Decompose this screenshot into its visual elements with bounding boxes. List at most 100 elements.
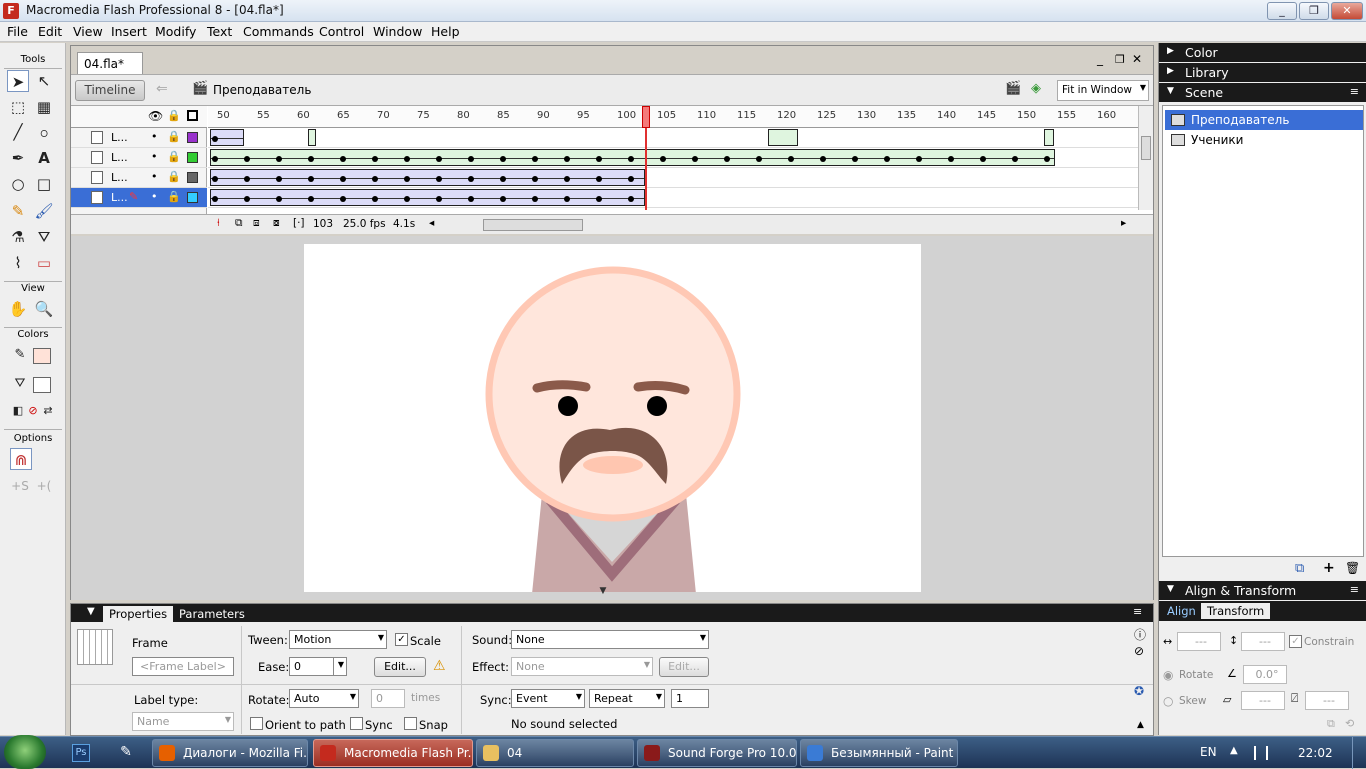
align-transform-header[interactable]: ▼ Align & Transform ≡ — [1159, 581, 1366, 600]
copy-transform-icon[interactable]: ⧉ — [1327, 717, 1335, 731]
eyedropper-tool-icon[interactable]: ⌇ — [7, 252, 29, 274]
onion-outline-icon[interactable]: ⧈ — [253, 217, 260, 230]
skew-radio[interactable]: ○ — [1163, 694, 1173, 708]
rotate-radio[interactable]: ◉ — [1163, 668, 1173, 682]
taskbar-button[interactable]: Sound Forge Pro 10.0 — [637, 739, 797, 767]
keyframe-dot[interactable] — [276, 176, 282, 182]
keyframe-dot[interactable] — [820, 156, 826, 162]
keyframe-dot[interactable] — [372, 196, 378, 202]
fill-transform-tool-icon[interactable]: ▦ — [33, 96, 55, 118]
layer-visibility-dot[interactable]: • — [151, 190, 158, 203]
keyframe-dot[interactable] — [436, 196, 442, 202]
ease-slider-button[interactable] — [333, 657, 347, 676]
effect-select[interactable]: None — [511, 657, 653, 676]
accessibility-icon[interactable]: ✪ — [1134, 684, 1144, 698]
layer-outline-color[interactable] — [187, 172, 198, 183]
reset-transform-icon[interactable]: ⟲ — [1345, 717, 1354, 730]
modify-markers-icon[interactable]: [·] — [293, 217, 305, 229]
menu-text[interactable]: Text — [207, 24, 232, 39]
layer-outline-color[interactable] — [187, 132, 198, 143]
delete-scene-icon[interactable]: 🗑 — [1345, 561, 1360, 575]
scroll-left-icon[interactable]: ◂ — [429, 217, 434, 229]
snap-magnet-icon[interactable]: ⋒ — [10, 448, 32, 470]
height-input[interactable]: --- — [1241, 632, 1285, 651]
edit-scene-icon[interactable]: 🎬 — [1005, 81, 1021, 96]
tween-select[interactable]: Motion — [289, 630, 387, 649]
repeat-select[interactable]: Repeat — [589, 689, 665, 708]
frame-row[interactable] — [208, 188, 1138, 208]
sync-checkbox[interactable] — [350, 717, 363, 730]
taskbar-button[interactable]: Macromedia Flash Pr... — [313, 739, 473, 767]
repeat-count-input[interactable]: 1 — [671, 689, 709, 708]
effect-edit-button[interactable]: Edit... — [659, 657, 709, 677]
width-input[interactable]: --- — [1177, 632, 1221, 651]
keyframe-dot[interactable] — [916, 156, 922, 162]
layer-outline-color[interactable] — [187, 152, 198, 163]
layer-row[interactable]: L... ✎ • 🔒 — [71, 188, 207, 208]
motion-tween-span[interactable] — [210, 189, 645, 206]
center-frame-icon[interactable]: ⍿ — [217, 217, 220, 230]
hscroll-thumb[interactable] — [483, 219, 583, 231]
keyframe-dot[interactable] — [628, 196, 634, 202]
keyframe-dot[interactable] — [564, 156, 570, 162]
keyframe-dot[interactable] — [308, 156, 314, 162]
selection-tool-icon[interactable]: ➤ — [7, 70, 29, 92]
rotate-select[interactable]: Auto — [289, 689, 359, 708]
keyframe-dot[interactable] — [404, 196, 410, 202]
keyframe-dot[interactable] — [500, 196, 506, 202]
eye-icon[interactable]: 👁 — [148, 109, 163, 123]
keyframe-dot[interactable] — [212, 136, 218, 142]
keyframe-dot[interactable] — [500, 156, 506, 162]
sync-select[interactable]: Event — [511, 689, 585, 708]
help-icon[interactable]: ⓘ — [1134, 626, 1146, 643]
swap-colors-icon[interactable]: ⇄ — [37, 400, 59, 422]
onion-skin-icon[interactable]: ⧉ — [235, 217, 243, 230]
layer-lock-icon[interactable]: 🔒 — [167, 190, 181, 203]
keyframe-dot[interactable] — [340, 156, 346, 162]
menu-view[interactable]: View — [73, 24, 103, 39]
line-tool-icon[interactable]: ╱ — [7, 121, 29, 143]
keyframe-dot[interactable] — [628, 176, 634, 182]
tab-parameters[interactable]: Parameters — [173, 606, 251, 622]
free-transform-tool-icon[interactable]: ⬚ — [7, 96, 29, 118]
menu-commands[interactable]: Commands — [243, 24, 314, 39]
skew-h-input[interactable]: --- — [1241, 691, 1285, 710]
character-head[interactable] — [485, 266, 741, 522]
skew-v-input[interactable]: --- — [1305, 691, 1349, 710]
label-type-select[interactable]: Name — [132, 712, 234, 731]
scene-item[interactable]: Ученики — [1165, 130, 1363, 150]
menu-window[interactable]: Window — [373, 24, 422, 39]
keyframe-dot[interactable] — [468, 156, 474, 162]
show-desktop-button[interactable] — [1352, 737, 1366, 769]
layer-lock-icon[interactable]: 🔒 — [167, 130, 181, 143]
motion-tween-span[interactable] — [1044, 129, 1054, 146]
collapse-props-icon[interactable]: ▲ — [1137, 720, 1144, 730]
keyframe-dot[interactable] — [404, 176, 410, 182]
photoshop-pinned-icon[interactable]: Ps — [72, 744, 90, 762]
notepad-pinned-icon[interactable]: ✎ — [117, 744, 135, 762]
collapse-panel-arrow[interactable]: ▼ — [586, 586, 620, 596]
keyframe-dot[interactable] — [1044, 156, 1050, 162]
keyframe-dot[interactable] — [628, 156, 634, 162]
layer-row[interactable]: L... • 🔒 — [71, 168, 207, 188]
lasso-tool-icon[interactable]: ဝ — [33, 121, 55, 143]
panel-menu-icon[interactable]: ≡ — [1350, 85, 1359, 98]
keyframe-dot[interactable] — [564, 176, 570, 182]
keyframe-dot[interactable] — [244, 156, 250, 162]
keyframe-dot[interactable] — [276, 196, 282, 202]
panel-menu-icon[interactable]: ≡ — [1350, 583, 1359, 596]
keyframe-dot[interactable] — [212, 176, 218, 182]
keyframe-dot[interactable] — [532, 156, 538, 162]
edit-symbols-icon[interactable]: ◈ — [1031, 81, 1041, 96]
snap-checkbox[interactable] — [404, 717, 417, 730]
menu-insert[interactable]: Insert — [111, 24, 147, 39]
doc-close-button[interactable]: ✕ — [1132, 52, 1142, 66]
menu-help[interactable]: Help — [431, 24, 460, 39]
layer-lock-icon[interactable]: 🔒 — [167, 170, 181, 183]
zoom-tool-icon[interactable]: 🔍 — [33, 298, 55, 320]
motion-tween-span[interactable] — [768, 129, 798, 146]
ink-bottle-tool-icon[interactable]: ⚗ — [7, 226, 29, 248]
menu-file[interactable]: File — [7, 24, 28, 39]
playhead[interactable] — [642, 106, 650, 128]
ease-edit-button[interactable]: Edit... — [374, 657, 426, 677]
